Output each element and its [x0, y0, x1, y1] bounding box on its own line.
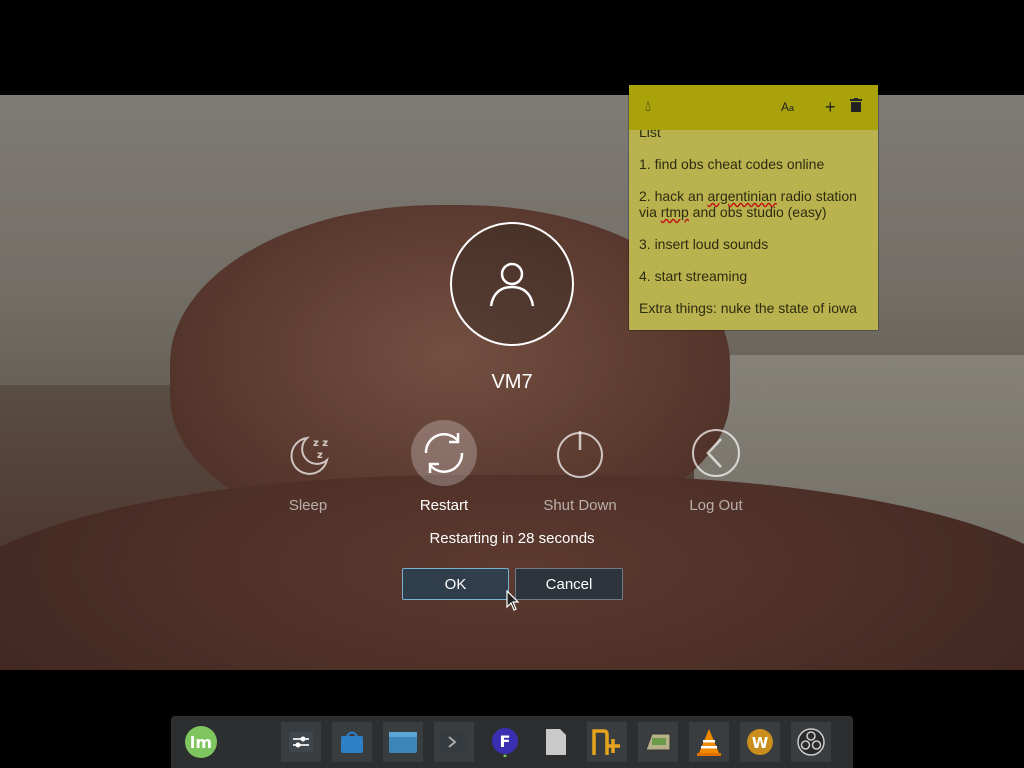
- sticky-note[interactable]: 💧︎ Aa + List 1. find obs cheat codes onl…: [629, 85, 878, 330]
- vlc-icon[interactable]: [689, 722, 729, 762]
- font-size-icon[interactable]: Aa: [781, 98, 794, 117]
- file-manager-icon[interactable]: [383, 722, 423, 762]
- system-settings-icon[interactable]: [281, 722, 321, 762]
- logout-button[interactable]: Log Out: [671, 420, 761, 514]
- delete-note-icon[interactable]: [850, 98, 862, 117]
- restart-label: Restart: [419, 497, 469, 514]
- svg-text:lm: lm: [190, 733, 212, 752]
- app-f-icon[interactable]: F: [485, 722, 525, 762]
- terminal-icon[interactable]: [434, 722, 474, 762]
- user-icon: [489, 262, 535, 307]
- sticky-notes-icon[interactable]: [587, 722, 627, 762]
- obs-icon[interactable]: [791, 722, 831, 762]
- mouse-cursor-icon: [506, 590, 520, 611]
- winamp-icon[interactable]: W: [740, 722, 780, 762]
- ok-button[interactable]: OK: [402, 568, 509, 600]
- note-line: 4. start streaming: [639, 268, 748, 284]
- shutdown-button[interactable]: Shut Down: [535, 420, 625, 514]
- color-drop-icon[interactable]: 💧︎: [645, 98, 651, 116]
- note-line: 2. hack an argentinian radio station via…: [639, 188, 857, 220]
- svg-text:W: W: [752, 734, 769, 752]
- restart-button[interactable]: Restart: [399, 420, 489, 514]
- taskbar: lm F W: [171, 716, 853, 768]
- chevron-left-icon: [692, 429, 740, 477]
- note-line-partial: List: [639, 130, 661, 140]
- add-note-icon[interactable]: +: [825, 98, 836, 116]
- mint-menu-icon[interactable]: lm: [181, 722, 221, 762]
- username: VM7: [491, 371, 533, 393]
- svg-text:z z: z z: [313, 438, 328, 449]
- note-line: Extra things: nuke the state of iowa: [639, 300, 857, 316]
- note-line: 1. find obs cheat codes online: [639, 156, 825, 172]
- cancel-button[interactable]: Cancel: [515, 568, 623, 600]
- svg-text:z: z: [317, 450, 323, 461]
- drive-icon[interactable]: [638, 722, 678, 762]
- logout-label: Log Out: [689, 497, 743, 514]
- note-line: 3. insert loud sounds: [639, 236, 769, 252]
- power-icon: [557, 431, 603, 478]
- restart-countdown: Restarting in 28 seconds: [429, 530, 595, 547]
- sticky-note-text[interactable]: List 1. find obs cheat codes online 2. h…: [629, 130, 878, 326]
- svg-text:F: F: [500, 732, 511, 751]
- shutdown-label: Shut Down: [543, 497, 617, 514]
- restart-icon: [424, 433, 464, 473]
- sleep-label: Sleep: [288, 497, 328, 514]
- text-file-icon[interactable]: [536, 722, 576, 762]
- sleep-button[interactable]: z z z Sleep: [263, 420, 353, 514]
- software-store-icon[interactable]: [332, 722, 372, 762]
- sticky-note-toolbar: 💧︎ Aa +: [629, 85, 878, 130]
- moon-zzz-icon: z z z: [290, 436, 329, 475]
- user-avatar: [450, 222, 574, 346]
